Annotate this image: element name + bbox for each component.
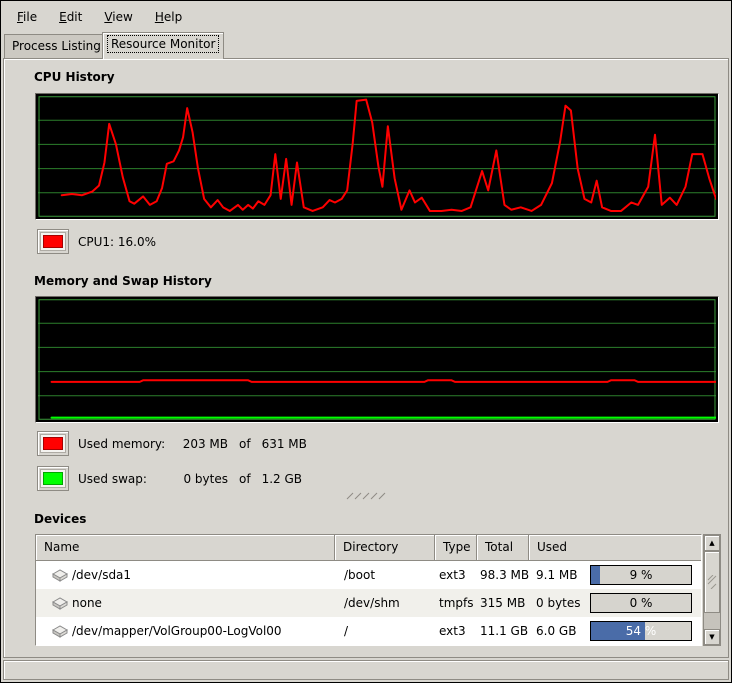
vertical-scrollbar[interactable]: ▲ ▼: [703, 534, 721, 646]
menubar: File Edit View Help: [2, 2, 730, 32]
cpu1-color-button[interactable]: [37, 229, 69, 254]
column-header-name[interactable]: Name: [36, 535, 335, 561]
device-total: 315 MB: [477, 596, 529, 610]
disk-icon: [52, 569, 68, 582]
used-memory-value: 203 MB: [176, 437, 228, 451]
menu-edit[interactable]: Edit: [48, 5, 93, 29]
menu-view[interactable]: View: [93, 5, 143, 29]
tab-process-listing[interactable]: Process Listing: [4, 34, 109, 59]
column-header-directory[interactable]: Directory: [335, 535, 435, 561]
tab-resource-monitor[interactable]: Resource Monitor: [102, 32, 224, 59]
pane-resize-grip-icon[interactable]: [346, 490, 388, 500]
resource-monitor-page: CPU History CPU1: 16.0% Memory and Swap …: [3, 58, 729, 658]
cpu-legend: CPU1: 16.0%: [78, 229, 156, 254]
table-row[interactable]: none /dev/shm tmpfs 315 MB 0 bytes 0 %: [36, 589, 701, 617]
scrollbar-thumb[interactable]: [704, 551, 720, 613]
usage-progressbar: 9 %: [590, 565, 692, 585]
down-arrow-icon: ▼: [709, 634, 714, 641]
disk-icon: [52, 597, 68, 610]
used-swap-color-button[interactable]: [37, 466, 69, 491]
cpu1-color-swatch-icon: [43, 235, 63, 248]
device-total: 11.1 GB: [477, 624, 529, 638]
usage-progressbar: 0 %: [590, 593, 692, 613]
menu-file[interactable]: File: [6, 5, 48, 29]
used-memory-swatch-icon: [43, 437, 63, 450]
device-directory: /: [335, 624, 435, 638]
memory-swap-chart: [38, 299, 716, 420]
table-row[interactable]: /dev/sda1 /boot ext3 98.3 MB 9.1 MB 9 %: [36, 561, 701, 589]
used-swap-legend: Used swap: 0 bytes of 1.2 GB: [78, 466, 302, 491]
cpu-history-chart: [38, 96, 716, 217]
used-swap-total: 1.2 GB: [262, 472, 302, 486]
scroll-up-button[interactable]: ▲: [704, 535, 720, 551]
usage-percent-label: 0 %: [591, 594, 691, 612]
devices-title: Devices: [34, 512, 86, 526]
used-memory-color-button[interactable]: [37, 431, 69, 456]
cpu1-usage-label: CPU1: 16.0%: [78, 235, 156, 249]
used-swap-swatch-icon: [43, 472, 63, 485]
used-swap-label: Used swap:: [78, 472, 176, 486]
device-type: ext3: [435, 568, 477, 582]
devices-table-header: Name Directory Type Total Used: [36, 535, 701, 561]
device-type: ext3: [435, 624, 477, 638]
column-header-total[interactable]: Total: [477, 535, 529, 561]
device-name: none: [72, 596, 102, 610]
usage-progressbar: 54 %: [590, 621, 692, 641]
system-monitor-window: File Edit View Help Process Listing Reso…: [0, 0, 732, 683]
memory-swap-title: Memory and Swap History: [34, 274, 212, 288]
used-swap-of: of: [239, 472, 251, 486]
usage-percent-label: 54 %: [591, 622, 691, 640]
statusbar: [3, 660, 729, 680]
column-header-type[interactable]: Type: [435, 535, 477, 561]
device-name: /dev/mapper/VolGroup00-LogVol00: [72, 624, 282, 638]
used-memory-legend: Used memory: 203 MB of 631 MB: [78, 431, 307, 456]
device-name: /dev/sda1: [72, 568, 131, 582]
used-memory-total: 631 MB: [262, 437, 307, 451]
cpu-history-title: CPU History: [34, 70, 115, 84]
scroll-down-button[interactable]: ▼: [704, 629, 720, 645]
devices-table: Name Directory Type Total Used /dev/sda1…: [35, 534, 702, 646]
device-directory: /boot: [335, 568, 435, 582]
cpu-history-graph: [35, 93, 719, 220]
menu-help[interactable]: Help: [144, 5, 193, 29]
up-arrow-icon: ▲: [709, 540, 714, 547]
used-swap-value: 0 bytes: [176, 472, 228, 486]
memory-swap-graph: [35, 296, 719, 423]
device-type: tmpfs: [435, 596, 477, 610]
thumb-grip-icon: [707, 575, 717, 589]
device-used: 6.0 GB: [536, 624, 588, 638]
device-used: 0 bytes: [536, 596, 588, 610]
used-memory-label: Used memory:: [78, 437, 176, 451]
column-header-used[interactable]: Used: [529, 535, 701, 561]
device-total: 98.3 MB: [477, 568, 529, 582]
device-used: 9.1 MB: [536, 568, 588, 582]
device-directory: /dev/shm: [335, 596, 435, 610]
table-row[interactable]: /dev/mapper/VolGroup00-LogVol00 / ext3 1…: [36, 617, 701, 645]
used-memory-of: of: [239, 437, 251, 451]
disk-icon: [52, 625, 68, 638]
usage-percent-label: 9 %: [591, 566, 691, 584]
